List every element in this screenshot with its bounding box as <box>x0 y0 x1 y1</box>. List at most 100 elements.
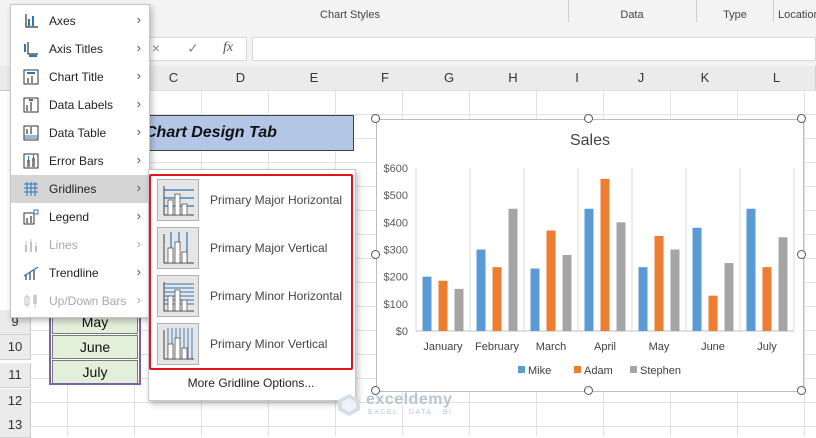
submenu-item-major-vertical[interactable]: Primary Major Vertical <box>157 227 353 271</box>
menu-item-legend[interactable]: Legend › <box>11 203 149 231</box>
menu-item-error-bars[interactable]: Error Bars › <box>11 147 149 175</box>
trendline-icon <box>23 266 39 280</box>
y-tick-label: $100 <box>384 299 408 311</box>
chevron-right-icon: › <box>136 264 141 279</box>
legend-swatch <box>630 366 637 373</box>
column-header-l[interactable]: L <box>738 66 816 91</box>
bar <box>508 208 518 331</box>
legend-label: Adam <box>584 365 613 377</box>
column-header-d[interactable]: D <box>207 66 275 91</box>
menu-item-label: Trendline <box>49 266 99 280</box>
menu-item-axis-titles[interactable]: Axis Titles › <box>11 35 149 63</box>
resize-handle-middle-left[interactable] <box>371 250 380 259</box>
menu-item-label: Axis Titles <box>49 42 104 56</box>
formula-input[interactable] <box>252 37 816 61</box>
submenu-item-label: Primary Minor Horizontal <box>210 289 343 303</box>
bar <box>562 254 572 331</box>
column-header-f[interactable]: F <box>354 66 417 91</box>
bar <box>762 267 772 331</box>
lines-icon <box>25 239 37 252</box>
minor-horizontal-gridlines-icon <box>157 275 199 317</box>
bar <box>670 249 680 331</box>
submenu-item-label: Primary Major Vertical <box>210 241 328 255</box>
resize-handle-bottom-right[interactable] <box>797 386 806 395</box>
x-tick-label: February <box>475 341 520 353</box>
menu-item-data-labels[interactable]: Data Labels › <box>11 91 149 119</box>
menu-item-gridlines[interactable]: Gridlines › <box>11 175 149 203</box>
resize-handle-top-center[interactable] <box>584 114 593 123</box>
chevron-right-icon: › <box>136 292 141 307</box>
menu-item-up-down-bars: Up/Down Bars › <box>11 287 149 315</box>
legend-icon <box>23 209 39 225</box>
column-header-i[interactable]: I <box>544 66 611 91</box>
y-tick-label: $400 <box>384 217 408 229</box>
menu-item-trendline[interactable]: Trendline › <box>11 259 149 287</box>
column-header-j[interactable]: J <box>610 66 673 91</box>
menu-item-label: Legend <box>49 210 90 224</box>
row-header-11[interactable]: 11 <box>0 363 31 388</box>
menu-item-label: Lines <box>49 238 78 252</box>
insert-function-icon[interactable]: fx <box>218 40 238 56</box>
y-tick-label: $300 <box>384 245 408 257</box>
resize-handle-middle-right[interactable] <box>797 250 806 259</box>
more-gridline-options-link[interactable]: More Gridline Options... <box>149 376 353 390</box>
data-table-icon <box>23 125 39 141</box>
resize-handle-top-right[interactable] <box>797 114 806 123</box>
menu-item-label: Axes <box>49 14 76 28</box>
legend-label: Stephen <box>640 365 681 377</box>
submenu-item-major-horizontal[interactable]: Primary Major Horizontal <box>157 179 353 223</box>
chevron-right-icon: › <box>136 152 141 167</box>
ribbon-group-location: Location <box>778 9 816 21</box>
row-header-13[interactable]: 13 <box>0 413 31 438</box>
menu-item-label: Up/Down Bars <box>49 294 127 308</box>
exceldemy-logo-icon <box>338 394 360 416</box>
column-header-k[interactable]: K <box>672 66 739 91</box>
column-header-g[interactable]: G <box>416 66 483 91</box>
bar <box>476 249 486 331</box>
menu-item-data-table[interactable]: Data Table › <box>11 119 149 147</box>
submenu-item-minor-vertical[interactable]: Primary Minor Vertical <box>157 323 353 367</box>
axes-icon <box>25 14 38 28</box>
bar <box>454 288 464 331</box>
column-header-c[interactable]: C <box>140 66 208 91</box>
ribbon-group-data: Data <box>620 9 644 21</box>
column-header-h[interactable]: H <box>482 66 545 91</box>
bar <box>438 280 448 331</box>
x-tick-label: June <box>701 341 725 353</box>
chevron-right-icon: › <box>136 40 141 55</box>
bar <box>708 295 718 331</box>
watermark-name: exceldemy <box>366 391 453 408</box>
submenu-item-label: Primary Minor Vertical <box>210 337 328 351</box>
chevron-right-icon: › <box>136 68 141 83</box>
chevron-right-icon: › <box>136 208 141 223</box>
axis-titles-icon <box>24 42 38 57</box>
legend-swatch <box>574 366 581 373</box>
bar <box>492 267 502 331</box>
row-header-12[interactable]: 12 <box>0 389 31 414</box>
menu-item-axes[interactable]: Axes › <box>11 7 149 35</box>
menu-item-chart-title[interactable]: Chart Title › <box>11 63 149 91</box>
resize-handle-bottom-center[interactable] <box>584 386 593 395</box>
bar <box>546 230 556 331</box>
chart-plot[interactable]: $0 $100 $200 $300 $400 $500 $600 January Februar… <box>377 120 803 391</box>
menu-item-label: Gridlines <box>49 182 97 196</box>
major-vertical-gridlines-icon <box>157 227 199 269</box>
banner-cell[interactable]: Chart Design Tab <box>128 115 354 151</box>
watermark-tagline: EXCEL · DATA · BI <box>368 409 453 416</box>
bar <box>600 178 610 331</box>
confirm-icon[interactable]: ✓ <box>183 40 203 57</box>
y-tick-label: $500 <box>384 190 408 202</box>
add-chart-element-menu: Axes › Axis Titles › Chart Title › Data … <box>10 4 150 318</box>
resize-handle-top-left[interactable] <box>371 114 380 123</box>
submenu-item-minor-horizontal[interactable]: Primary Minor Horizontal <box>157 275 353 319</box>
error-bars-icon <box>23 153 39 169</box>
ribbon-group-type: Type <box>723 9 747 21</box>
chart-area[interactable]: Sales $0 $100 $200 $300 $400 $500 $600 January F… <box>376 119 804 392</box>
bar <box>616 222 626 331</box>
row-header-10[interactable]: 10 <box>0 335 31 360</box>
x-tick-label: May <box>649 341 670 353</box>
menu-item-label: Data Table <box>49 126 107 140</box>
column-header-e[interactable]: E <box>274 66 355 91</box>
y-tick-label: $200 <box>384 272 408 284</box>
chevron-right-icon: › <box>136 180 141 195</box>
